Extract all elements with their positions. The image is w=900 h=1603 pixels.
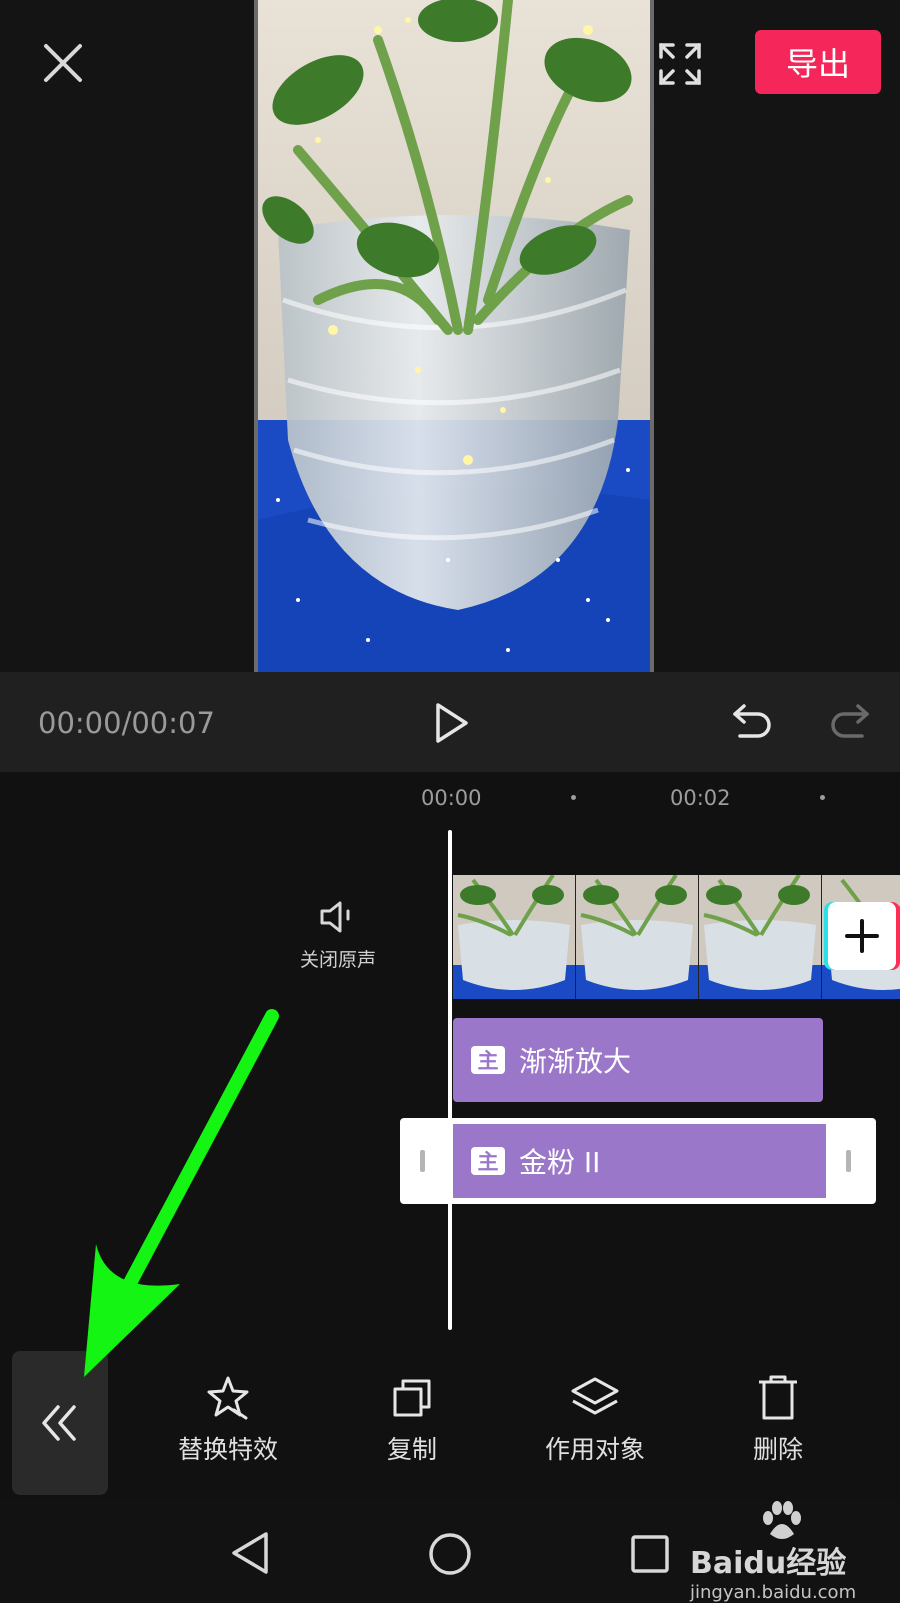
tool-label: 替换特效 [177, 1435, 278, 1464]
plus-icon [845, 919, 879, 953]
close-icon[interactable] [38, 38, 88, 88]
export-button[interactable]: 导出 [755, 30, 881, 94]
main-track-badge: 主 [471, 1147, 505, 1175]
copy-button[interactable]: 复制 [337, 1372, 487, 1466]
mute-original-button[interactable]: 关闭原声 [288, 895, 388, 995]
watermark-brand: Baidu经验 [690, 1546, 847, 1581]
star-replace-icon [153, 1372, 303, 1424]
baidu-jingyan-watermark: Baidu经验 jingyan.baidu.com [690, 1500, 890, 1603]
copy-icon [337, 1372, 487, 1424]
effect-clip-label: 渐渐放大 [519, 1045, 632, 1078]
tool-label: 作用对象 [544, 1435, 645, 1464]
video-thumbnail [699, 875, 822, 999]
mute-label: 关闭原声 [299, 949, 376, 971]
replace-effect-button[interactable]: 替换特效 [153, 1372, 303, 1466]
time-display: 00:00/00:07 [38, 706, 215, 740]
speaker-icon [288, 895, 388, 939]
layers-icon [520, 1372, 670, 1424]
trim-handle-right[interactable] [846, 1150, 851, 1172]
effect-clip-selected[interactable]: 主 金粉 II [453, 1124, 826, 1198]
effect-clip[interactable]: 主 渐渐放大 [453, 1018, 823, 1102]
trash-icon [703, 1372, 853, 1424]
ruler-label: 00:02 [670, 786, 731, 810]
recents-icon[interactable] [630, 1534, 670, 1578]
apply-target-button[interactable]: 作用对象 [520, 1372, 670, 1466]
video-thumbnail [453, 875, 576, 999]
collapse-button[interactable] [12, 1351, 108, 1495]
ruler-tick [571, 795, 576, 800]
tool-label: 复制 [386, 1435, 437, 1464]
redo-icon[interactable] [828, 700, 872, 744]
video-preview[interactable] [254, 0, 654, 672]
home-icon[interactable] [428, 1532, 472, 1580]
trim-handle-left[interactable] [420, 1150, 425, 1172]
main-track-badge: 主 [471, 1046, 505, 1074]
fullscreen-icon[interactable] [656, 40, 704, 88]
effect-clip-label: 金粉 II [519, 1146, 601, 1179]
delete-button[interactable]: 删除 [703, 1372, 853, 1466]
tool-label: 删除 [752, 1435, 803, 1464]
back-icon[interactable] [228, 1530, 272, 1580]
ruler-label: 00:00 [421, 786, 482, 810]
video-thumbnail [576, 875, 699, 999]
double-chevron-left-icon [42, 1405, 76, 1441]
add-clip-button[interactable] [828, 902, 896, 970]
play-icon[interactable] [432, 700, 472, 746]
playhead[interactable] [448, 830, 452, 1330]
undo-icon[interactable] [730, 700, 774, 744]
ruler-tick [820, 795, 825, 800]
